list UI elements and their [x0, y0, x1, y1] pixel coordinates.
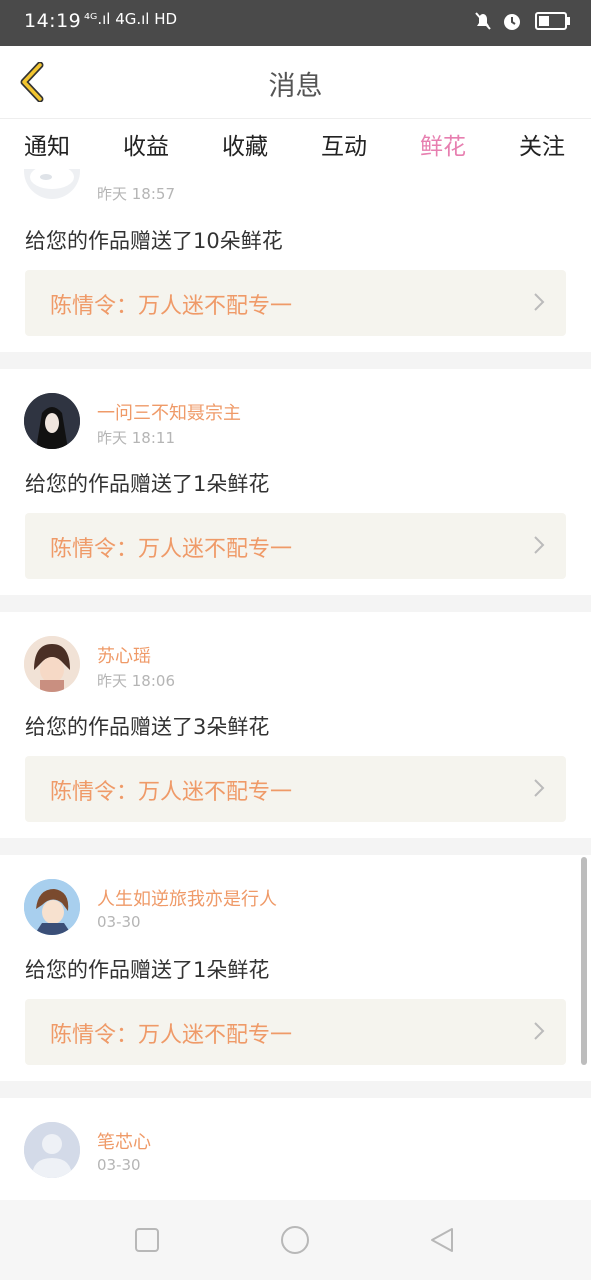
avatar[interactable]: [24, 169, 80, 199]
message-time: 03-30: [97, 1156, 141, 1174]
tab-favorites[interactable]: 收藏: [222, 127, 268, 161]
username[interactable]: 人生如逆旅我亦是行人: [97, 885, 277, 911]
tab-earnings[interactable]: 收益: [123, 127, 169, 161]
username[interactable]: 笔芯心: [97, 1128, 151, 1154]
work-title: 陈情令：万人迷不配专一: [50, 780, 293, 805]
list-item: 昨天 18:57 给您的作品赠送了10朵鲜花 陈情令：万人迷不配专一: [0, 169, 591, 352]
chevron-right-icon: [534, 1022, 545, 1040]
avatar[interactable]: [24, 879, 80, 935]
chevron-right-icon: [534, 536, 545, 554]
status-right-icons: [474, 10, 570, 32]
username[interactable]: 苏心瑶: [97, 642, 151, 668]
message-text: 给您的作品赠送了3朵鲜花: [25, 715, 270, 739]
battery-icon: [535, 12, 570, 30]
bell-muted-icon: [474, 12, 491, 30]
tab-bar: 通知 收益 收藏 互动 鲜花 关注: [0, 119, 591, 174]
tab-interactions[interactable]: 互动: [321, 127, 367, 161]
work-title: 陈情令：万人迷不配专一: [50, 537, 293, 562]
chevron-right-icon: [534, 293, 545, 311]
circle-icon[interactable]: [280, 1225, 310, 1255]
alarm-icon: [504, 14, 521, 30]
tab-flowers[interactable]: 鲜花: [420, 127, 466, 174]
message-time: 昨天 18:11: [97, 429, 175, 447]
avatar[interactable]: [24, 1122, 80, 1178]
work-link[interactable]: 陈情令：万人迷不配专一: [25, 999, 566, 1065]
tab-following[interactable]: 关注: [519, 127, 565, 161]
avatar[interactable]: [24, 393, 80, 449]
triangle-back-icon[interactable]: [428, 1226, 456, 1254]
work-link[interactable]: 陈情令：万人迷不配专一: [25, 756, 566, 822]
square-icon[interactable]: [134, 1227, 160, 1253]
avatar[interactable]: [24, 636, 80, 692]
network-signal: ⁴ᴳ.ıl 4G.ıl HD: [84, 10, 178, 28]
message-text: 给您的作品赠送了1朵鲜花: [25, 472, 270, 496]
work-link[interactable]: 陈情令：万人迷不配专一: [25, 513, 566, 579]
page-title: 消息: [268, 71, 323, 102]
list-item: 人生如逆旅我亦是行人 03-30 给您的作品赠送了1朵鲜花 陈情令：万人迷不配专…: [0, 855, 591, 1081]
tab-flowers-label: 鲜花: [420, 134, 466, 160]
work-title: 陈情令：万人迷不配专一: [50, 294, 293, 319]
message-time: 昨天 18:57: [97, 185, 175, 203]
chevron-right-icon: [534, 779, 545, 797]
work-title: 陈情令：万人迷不配专一: [50, 1023, 293, 1048]
message-time: 昨天 18:06: [97, 672, 175, 690]
list-item: 苏心瑶 昨天 18:06 给您的作品赠送了3朵鲜花 陈情令：万人迷不配专一: [0, 612, 591, 838]
message-text: 给您的作品赠送了10朵鲜花: [25, 229, 283, 253]
list-item: 一问三不知聂宗主 昨天 18:11 给您的作品赠送了1朵鲜花 陈情令：万人迷不配…: [0, 369, 591, 595]
scrollbar[interactable]: [581, 857, 587, 1065]
app-header: 消息: [0, 46, 591, 119]
message-text: 给您的作品赠送了1朵鲜花: [25, 958, 270, 982]
username[interactable]: 一问三不知聂宗主: [97, 399, 241, 425]
system-nav-bar: [0, 1200, 591, 1280]
message-list[interactable]: 昨天 18:57 给您的作品赠送了10朵鲜花 陈情令：万人迷不配专一 一问三不知…: [0, 169, 591, 1200]
list-item: 笔芯心 03-30: [0, 1098, 591, 1200]
work-link[interactable]: 陈情令：万人迷不配专一: [25, 270, 566, 336]
message-time: 03-30: [97, 913, 141, 931]
status-bar: 14:19 ⁴ᴳ.ıl 4G.ıl HD: [0, 0, 591, 46]
tab-notifications[interactable]: 通知: [24, 127, 70, 161]
status-time: 14:19: [24, 10, 82, 32]
